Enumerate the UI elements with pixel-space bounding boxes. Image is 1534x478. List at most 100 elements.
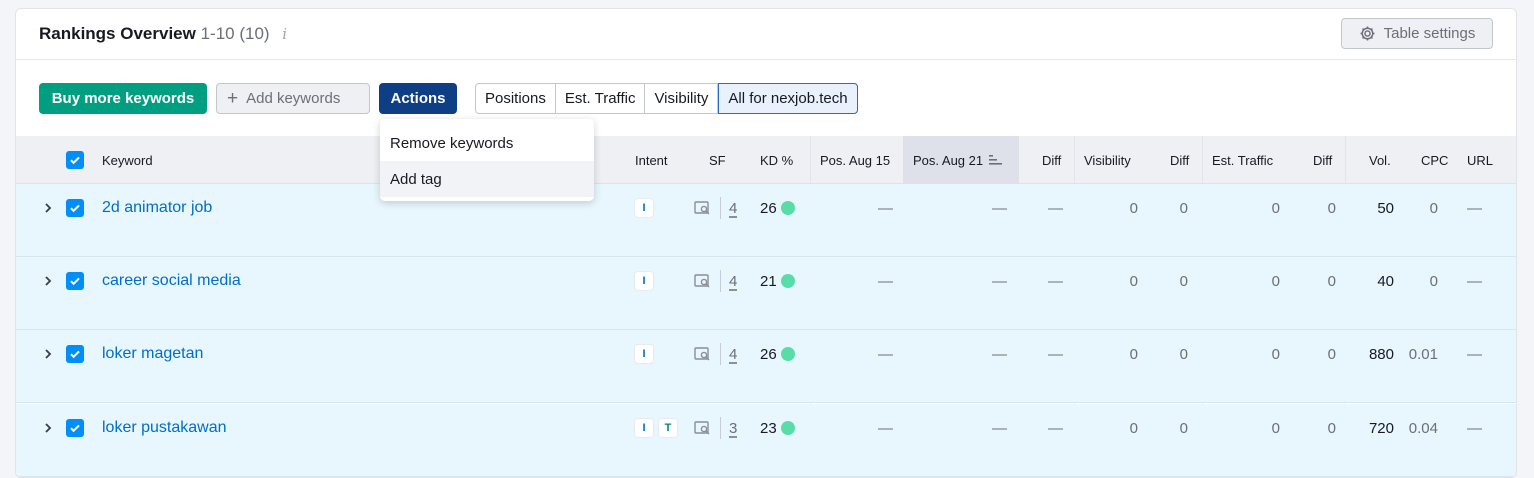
sf-separator xyxy=(720,417,721,439)
segment-all-for-domain[interactable]: All for nexjob.tech xyxy=(718,82,858,114)
actions-menu: Remove keywords Add tag xyxy=(380,119,594,201)
kd-difficulty-dot xyxy=(780,274,795,288)
expand-chevron-icon[interactable] xyxy=(43,404,53,452)
traffic-value: 0 xyxy=(1271,419,1280,437)
diff-visibility: 0 xyxy=(1179,272,1188,290)
row-checkbox[interactable] xyxy=(66,199,84,217)
col-kd[interactable]: KD % xyxy=(760,136,793,184)
kd-cell: 21 xyxy=(760,257,795,305)
expand-chevron-icon[interactable] xyxy=(43,257,53,305)
buy-more-keywords-button[interactable]: Buy more keywords xyxy=(39,82,207,114)
select-all-checkbox[interactable] xyxy=(66,151,84,169)
intent-badge: I xyxy=(635,345,653,363)
url-value[interactable]: — xyxy=(1467,404,1482,452)
pos-aug21: — xyxy=(992,272,1007,290)
keyword-link[interactable]: career social media xyxy=(102,257,241,305)
pos-aug15: — xyxy=(878,199,893,217)
serp-features-count[interactable]: 4 xyxy=(729,346,737,363)
kd-value: 21 xyxy=(760,272,777,290)
kd-cell: 23 xyxy=(760,404,795,452)
table-settings-label: Table settings xyxy=(1383,25,1476,42)
col-pos-aug21-label: Pos. Aug 21 xyxy=(913,152,984,168)
row-checkbox-cell xyxy=(66,404,84,452)
cpc-value: 0.01 xyxy=(1408,345,1438,363)
segment-visibility[interactable]: Visibility xyxy=(645,83,719,113)
sf-separator xyxy=(720,270,721,292)
row-checkbox[interactable] xyxy=(66,345,84,363)
col-diff-traffic[interactable]: Diff xyxy=(1313,136,1332,184)
row-checkbox[interactable] xyxy=(66,272,84,290)
expand-chevron-icon[interactable] xyxy=(43,184,53,232)
pos-aug15: — xyxy=(878,272,893,290)
sort-icon xyxy=(989,155,1003,165)
keyword-link[interactable]: 2d animator job xyxy=(102,184,212,232)
table-settings-button[interactable]: Table settings xyxy=(1341,18,1493,49)
kd-value: 26 xyxy=(760,199,777,217)
select-all-cell xyxy=(66,136,84,184)
diff-position: — xyxy=(1048,272,1063,290)
plus-icon: + xyxy=(227,87,239,109)
col-intent[interactable]: Intent xyxy=(635,136,668,184)
table-row[interactable]: loker pustakawan IT 3 23 — — — 0 0 0 0 7… xyxy=(16,404,1516,477)
rankings-overview-card: Rankings Overview 1-10 (10) i Table sett… xyxy=(15,8,1517,478)
actions-button[interactable]: Actions xyxy=(379,82,457,114)
col-pos-aug21[interactable]: Pos. Aug 21 xyxy=(903,136,1019,184)
sf-separator xyxy=(720,197,721,219)
diff-position: — xyxy=(1048,345,1063,363)
table-row[interactable]: 2d animator job I 4 26 — — — 0 0 0 0 50 … xyxy=(16,184,1516,257)
expand-chevron-icon[interactable] xyxy=(43,330,53,378)
toolbar: Buy more keywords + Add keywords Actions… xyxy=(39,82,858,114)
diff-visibility: 0 xyxy=(1179,419,1188,437)
menu-item-remove-keywords[interactable]: Remove keywords xyxy=(380,125,594,161)
serp-features-cell: 4 xyxy=(694,184,737,232)
traffic-value: 0 xyxy=(1271,345,1280,363)
volume-value: 40 xyxy=(1377,272,1394,290)
intent-badges: I xyxy=(635,184,653,232)
traffic-value: 0 xyxy=(1271,199,1280,217)
diff-visibility: 0 xyxy=(1179,345,1188,363)
serp-features-icon xyxy=(694,421,710,435)
intent-badge: I xyxy=(635,272,653,290)
col-url[interactable]: URL xyxy=(1467,136,1493,184)
keyword-link[interactable]: loker pustakawan xyxy=(102,404,227,452)
table-row[interactable]: career social media I 4 21 — — — 0 0 0 0… xyxy=(16,257,1516,330)
menu-item-add-tag[interactable]: Add tag xyxy=(380,161,594,197)
url-value[interactable]: — xyxy=(1467,184,1482,232)
row-checkbox[interactable] xyxy=(66,419,84,437)
segment-est-traffic[interactable]: Est. Traffic xyxy=(556,83,646,113)
table-row[interactable]: loker magetan I 4 26 — — — 0 0 0 0 880 0… xyxy=(16,330,1516,403)
col-sf[interactable]: SF xyxy=(709,136,726,184)
serp-features-cell: 4 xyxy=(694,330,737,378)
sf-separator xyxy=(720,343,721,365)
add-keywords-button[interactable]: + Add keywords xyxy=(216,82,370,114)
col-keyword[interactable]: Keyword xyxy=(102,136,153,184)
serp-features-count[interactable]: 4 xyxy=(729,273,737,290)
serp-features-icon xyxy=(694,201,710,215)
result-range: 1-10 (10) xyxy=(200,24,270,43)
kd-value: 23 xyxy=(760,419,777,437)
diff-position: — xyxy=(1048,419,1063,437)
kd-difficulty-dot xyxy=(780,421,795,435)
check-icon xyxy=(70,156,80,165)
col-est-traffic[interactable]: Est. Traffic xyxy=(1212,136,1273,184)
segment-positions[interactable]: Positions xyxy=(476,83,556,113)
col-volume[interactable]: Vol. xyxy=(1369,136,1391,184)
kd-difficulty-dot xyxy=(780,201,795,215)
col-visibility[interactable]: Visibility xyxy=(1084,136,1131,184)
url-value[interactable]: — xyxy=(1467,257,1482,305)
serp-features-count[interactable]: 3 xyxy=(729,420,737,437)
col-diff-position[interactable]: Diff xyxy=(1042,136,1061,184)
url-value[interactable]: — xyxy=(1467,330,1482,378)
diff-traffic: 0 xyxy=(1327,419,1336,437)
traffic-value: 0 xyxy=(1271,272,1280,290)
check-icon xyxy=(70,204,80,213)
keyword-link[interactable]: loker magetan xyxy=(102,330,203,378)
serp-features-count[interactable]: 4 xyxy=(729,200,737,217)
serp-features-cell: 4 xyxy=(694,257,737,305)
col-cpc[interactable]: CPC xyxy=(1421,136,1448,184)
info-icon[interactable]: i xyxy=(282,25,287,43)
pos-aug15: — xyxy=(878,419,893,437)
col-pos-aug15[interactable]: Pos. Aug 15 xyxy=(820,136,890,184)
col-diff-visibility[interactable]: Diff xyxy=(1170,136,1189,184)
gear-icon xyxy=(1360,26,1375,41)
